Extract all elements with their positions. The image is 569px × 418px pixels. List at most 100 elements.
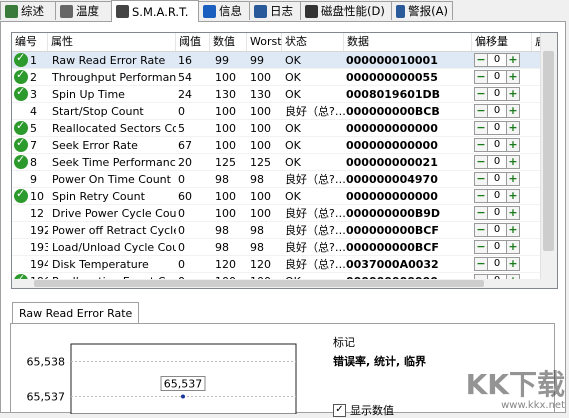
offset-value[interactable]: 0 (488, 240, 506, 254)
thermometer-icon (60, 4, 73, 18)
offset-value[interactable]: 0 (488, 223, 506, 237)
tab-info[interactable]: 信息 (198, 1, 250, 20)
minus-button[interactable]: − (474, 206, 488, 220)
minus-button[interactable]: − (474, 53, 488, 67)
cell-threshold: 54 (178, 71, 192, 84)
minus-button[interactable]: − (474, 104, 488, 118)
offset-stepper: −0+ (474, 206, 520, 220)
cell-worst: 130 (250, 88, 271, 101)
vertical-scrollbar[interactable] (540, 33, 557, 288)
alert-icon (396, 4, 406, 18)
plus-button[interactable]: + (506, 223, 520, 237)
detail-tab[interactable]: Raw Read Error Rate (12, 302, 140, 324)
tab-performance[interactable]: 磁盘性能(D) (300, 1, 392, 20)
plus-button[interactable]: + (506, 53, 520, 67)
minus-button[interactable]: − (474, 138, 488, 152)
col-threshold-header[interactable]: 阈值 (176, 33, 210, 51)
cell-data: 000000000055 (346, 71, 438, 84)
minus-button[interactable]: − (474, 240, 488, 254)
offset-stepper: −0+ (474, 223, 520, 237)
offset-value[interactable]: 0 (488, 155, 506, 169)
plus-button[interactable]: + (506, 121, 520, 135)
cell-status: 良好（总?… (285, 173, 345, 186)
table-row[interactable]: 194 Disk Temperature 0 120 120 良好（总?…0037000A… (12, 256, 557, 273)
cell-data: 000000000000 (346, 139, 438, 152)
minus-button[interactable]: − (474, 155, 488, 169)
offset-value[interactable]: 0 (488, 70, 506, 84)
log-icon (254, 4, 267, 18)
offset-value[interactable]: 0 (488, 257, 506, 271)
col-attribute-header[interactable]: 属性 (48, 33, 176, 51)
plus-button[interactable]: + (506, 155, 520, 169)
offset-value[interactable]: 0 (488, 189, 506, 203)
show-values-option[interactable]: ✓ 显示数值 (333, 402, 394, 418)
cell-worst: 100 (250, 122, 271, 135)
table-row[interactable]: 12 Drive Power Cycle Count 0 100 100 良好（总?… 00… (12, 205, 557, 222)
cell-worst: 125 (250, 156, 271, 169)
cell-status: OK (285, 71, 301, 84)
col-data-header[interactable]: 数据 (344, 33, 472, 51)
table-row[interactable]: 2Throughput Performance54100100OK0000000… (12, 68, 557, 86)
plus-button[interactable]: + (506, 87, 520, 101)
horizontal-scroll-thumb[interactable] (34, 280, 484, 287)
tab-log[interactable]: 日志 (249, 1, 301, 20)
table-row[interactable]: 9 Power On Time Count 0 98 98 良好（总?… 000000004… (12, 171, 557, 188)
tab-overview[interactable]: 综述 (0, 1, 56, 20)
plus-button[interactable]: + (506, 172, 520, 186)
plus-button[interactable]: + (506, 138, 520, 152)
table-row[interactable]: 10Spin Retry Count60100100OK000000000000… (12, 187, 557, 205)
cell-value: 98 (215, 224, 229, 237)
plus-button[interactable]: + (506, 189, 520, 203)
plus-button[interactable]: + (506, 240, 520, 254)
offset-value[interactable]: 0 (488, 206, 506, 220)
table-row[interactable]: 7 Seek Error Rate 67 100 100 OK 000000000000 −0… (12, 136, 557, 154)
minus-button[interactable]: − (474, 172, 488, 186)
col-offset-header[interactable]: 偏移量 (472, 33, 532, 51)
table-row[interactable]: 4 Start/Stop Count 0 100 100 良好（总?… 000000000B… (12, 103, 557, 120)
col-worst-header[interactable]: Worst (247, 33, 282, 51)
table-row[interactable]: 192Power off Retract Cycle ...09898良好（总?… (12, 222, 557, 239)
minus-button[interactable]: − (474, 121, 488, 135)
table-row[interactable]: 5Reallocated Sectors Co...5100100OK00000… (12, 119, 557, 137)
info-icon (203, 4, 216, 18)
tab-smart[interactable]: S.M.A.R.T. (111, 0, 199, 22)
vertical-scroll-thumb[interactable] (543, 51, 554, 251)
cell-status: OK (285, 139, 301, 152)
cell-threshold: 24 (178, 88, 192, 101)
minus-button[interactable]: − (474, 257, 488, 271)
cell-status: 良好（总?… (285, 105, 345, 118)
table-row[interactable]: 193Load/Unload Cycle Cou...09898良好（总?…00… (12, 239, 557, 256)
col-status-header[interactable]: 状态 (282, 33, 344, 51)
show-values-checkbox[interactable]: ✓ (333, 403, 346, 417)
minus-button[interactable]: − (474, 189, 488, 203)
performance-icon (305, 4, 318, 18)
cell-data: 000000000BCF (346, 241, 439, 254)
cell-worst: 100 (250, 139, 271, 152)
minus-button[interactable]: − (474, 70, 488, 84)
table-row[interactable]: 3 Spin Up Time 24 130 130 OK 0008019601DB −0+ (12, 85, 557, 103)
cell-attribute: Seek Error Rate (52, 139, 138, 152)
minus-button[interactable]: − (474, 87, 488, 101)
tab-alert[interactable]: 警报(A) (391, 1, 453, 20)
col-id-header[interactable]: 编号 (12, 33, 48, 51)
table-row[interactable]: 8Seek Time Performance20125125OK00000000… (12, 153, 557, 171)
tab-thermometer[interactable]: 温度 (55, 1, 112, 20)
plus-button[interactable]: + (506, 104, 520, 118)
minus-button[interactable]: − (474, 223, 488, 237)
cell-id: 8 (30, 156, 37, 169)
offset-stepper: −0+ (474, 138, 520, 152)
plus-button[interactable]: + (506, 206, 520, 220)
horizontal-scrollbar[interactable] (12, 279, 541, 288)
col-value-header[interactable]: 数值 (210, 33, 247, 51)
offset-value[interactable]: 0 (488, 53, 506, 67)
table-row[interactable]: 1 Raw Read Error Rate 16 99 99 OK 000000010001… (12, 51, 557, 69)
tab-label: 磁盘性能(D) (321, 4, 385, 18)
offset-value[interactable]: 0 (488, 172, 506, 186)
offset-value[interactable]: 0 (488, 138, 506, 152)
offset-value[interactable]: 0 (488, 87, 506, 101)
offset-value[interactable]: 0 (488, 104, 506, 118)
offset-value[interactable]: 0 (488, 121, 506, 135)
plus-button[interactable]: + (506, 70, 520, 84)
tab-label: 温度 (76, 4, 99, 18)
plus-button[interactable]: + (506, 257, 520, 271)
